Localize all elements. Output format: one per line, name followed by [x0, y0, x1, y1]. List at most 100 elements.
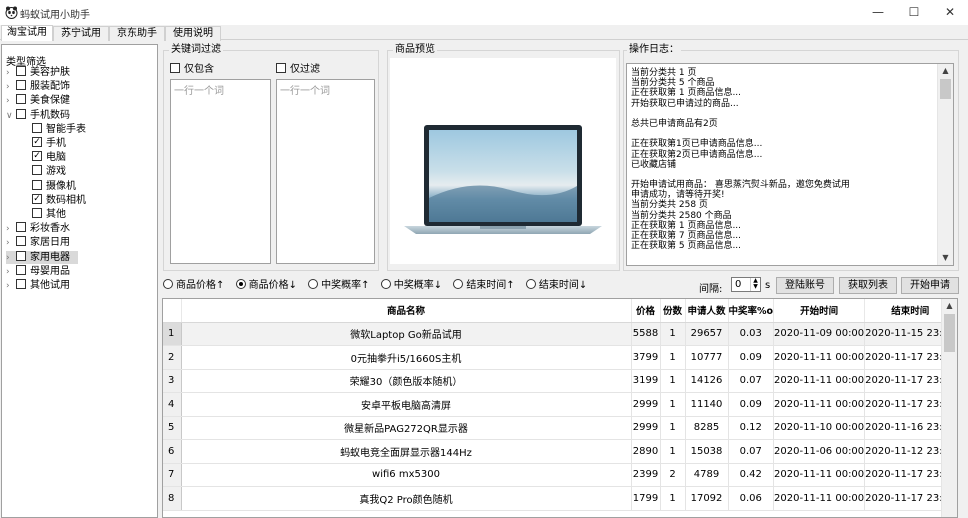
- cell-start[interactable]: 2020-11-06 00:00: [773, 439, 866, 464]
- tree-item[interactable]: › 家居日用: [6, 236, 70, 249]
- tree-checkbox[interactable]: [16, 66, 26, 76]
- cell-start[interactable]: 2020-11-11 00:00: [773, 486, 866, 511]
- table-row[interactable]: 4 安卓平板电脑高清屏 2999 1 11140 0.09 2020-11-11 00:00…: [163, 392, 957, 417]
- cell-price[interactable]: 1799: [631, 486, 661, 511]
- cell-name[interactable]: wifi6 mx5300: [181, 463, 632, 487]
- row-number[interactable]: 4: [163, 392, 182, 417]
- login-button[interactable]: 登陆账号: [776, 277, 834, 294]
- cell-applicants[interactable]: 10777: [685, 345, 729, 370]
- cell-price[interactable]: 2890: [631, 439, 661, 464]
- fetch-list-button[interactable]: 获取列表: [839, 277, 897, 294]
- spinner-arrows-icon[interactable]: ▲ ▼: [750, 278, 760, 291]
- tree-item[interactable]: 电脑: [32, 151, 66, 164]
- minimize-button[interactable]: —: [860, 0, 896, 25]
- cell-applicants[interactable]: 8285: [685, 416, 729, 440]
- cell-applicants[interactable]: 14126: [685, 369, 729, 393]
- interval-spinner[interactable]: 0 ▲ ▼: [731, 277, 761, 292]
- tree-checkbox[interactable]: [32, 165, 42, 176]
- chevron-right-icon[interactable]: ›: [6, 237, 16, 250]
- tree-checkbox[interactable]: [32, 193, 42, 204]
- chevron-right-icon[interactable]: ›: [6, 223, 16, 236]
- cell-name[interactable]: 微软Laptop Go新品试用: [181, 322, 632, 346]
- tree-item[interactable]: 摄像机: [32, 179, 76, 193]
- table-scrollbar[interactable]: ▲: [941, 299, 957, 517]
- table-row[interactable]: 3 荣耀30（颜色版本随机） 3199 1 14126 0.07 2020-11-11 00…: [163, 369, 957, 393]
- scroll-thumb[interactable]: [940, 79, 951, 99]
- tree-checkbox[interactable]: [16, 250, 26, 261]
- tree-checkbox[interactable]: [32, 179, 42, 190]
- exclude-keywords-textarea[interactable]: 一行一个词: [276, 79, 375, 264]
- cell-applicants[interactable]: 4789: [685, 463, 729, 487]
- chevron-right-icon[interactable]: ›: [6, 67, 16, 80]
- row-number[interactable]: 5: [163, 416, 182, 440]
- cell-qty[interactable]: 1: [660, 486, 686, 511]
- tree-item[interactable]: › 家用电器: [6, 250, 78, 264]
- tree-item[interactable]: › 彩妆香水: [6, 222, 70, 235]
- exclude-only-checkbox[interactable]: 仅过滤: [276, 63, 320, 75]
- table-row[interactable]: 8 真我Q2 Pro颜色随机 1799 1 17092 0.06 2020-11-11 00…: [163, 486, 957, 511]
- cell-start[interactable]: 2020-11-09 00:00: [773, 322, 866, 346]
- tree-item[interactable]: › 美容护肤: [6, 66, 70, 79]
- cell-rate[interactable]: 0.07: [728, 439, 775, 464]
- col-header-start[interactable]: 开始时间: [773, 299, 866, 323]
- scroll-up-icon[interactable]: ▲: [938, 64, 953, 78]
- cell-qty[interactable]: 1: [660, 416, 686, 440]
- cell-price[interactable]: 2999: [631, 392, 661, 417]
- scroll-down-icon[interactable]: ▼: [938, 251, 953, 265]
- cell-rate[interactable]: 0.42: [728, 463, 775, 487]
- cell-start[interactable]: 2020-11-11 00:00: [773, 369, 866, 393]
- row-number[interactable]: 8: [163, 486, 182, 511]
- cell-name[interactable]: 安卓平板电脑高清屏: [181, 392, 632, 417]
- tree-checkbox[interactable]: [32, 151, 42, 162]
- cell-start[interactable]: 2020-11-10 00:00: [773, 416, 866, 440]
- col-header-rate[interactable]: 中奖率%o: [728, 299, 775, 323]
- table-scroll-thumb[interactable]: [944, 314, 955, 352]
- tree-item[interactable]: 智能手表: [32, 122, 86, 136]
- tree-item[interactable]: 游戏: [32, 165, 66, 178]
- cell-qty[interactable]: 1: [660, 322, 686, 346]
- cell-rate[interactable]: 0.09: [728, 345, 775, 370]
- chevron-right-icon[interactable]: ›: [6, 81, 16, 94]
- cell-qty[interactable]: 1: [660, 345, 686, 370]
- col-header-price[interactable]: 价格: [631, 299, 661, 323]
- table-row[interactable]: 1 微软Laptop Go新品试用 5588 1 29657 0.03 2020-11-09…: [163, 322, 957, 346]
- cell-qty[interactable]: 1: [660, 369, 686, 393]
- tree-checkbox[interactable]: [16, 236, 26, 247]
- chevron-right-icon[interactable]: ›: [6, 266, 16, 279]
- table-scroll-up-icon[interactable]: ▲: [942, 299, 957, 313]
- tab-help[interactable]: 使用说明: [165, 26, 221, 41]
- table-row[interactable]: 2 0元抽拳升i5/1660S主机 3799 1 10777 0.09 2020-11-11…: [163, 345, 957, 370]
- tree-item[interactable]: › 服装配饰: [6, 80, 70, 93]
- include-only-checkbox[interactable]: 仅包含: [170, 63, 214, 75]
- tree-checkbox[interactable]: [16, 80, 26, 91]
- tree-item[interactable]: 数码相机: [32, 193, 86, 207]
- sort-endtime-desc[interactable]: 结束时间↓: [525, 279, 587, 293]
- row-number[interactable]: 6: [163, 439, 182, 464]
- sort-endtime-asc[interactable]: 结束时间↑: [453, 279, 515, 293]
- tab-jd[interactable]: 京东助手: [109, 26, 165, 41]
- cell-name[interactable]: 荣耀30（颜色版本随机）: [181, 369, 632, 393]
- tree-item[interactable]: › 其他试用: [6, 279, 70, 292]
- cell-rate[interactable]: 0.09: [728, 392, 775, 417]
- cell-qty[interactable]: 1: [660, 392, 686, 417]
- cell-price[interactable]: 3799: [631, 345, 661, 370]
- cell-price[interactable]: 3199: [631, 369, 661, 393]
- tree-item[interactable]: 手机: [32, 137, 66, 150]
- tree-checkbox[interactable]: [16, 222, 26, 233]
- tree-checkbox[interactable]: [32, 208, 42, 218]
- cell-rate[interactable]: 0.07: [728, 369, 775, 393]
- tab-taobao[interactable]: 淘宝试用: [1, 25, 53, 41]
- table-row[interactable]: 5 微星新品PAG272QR显示器 2999 1 8285 0.12 2020-11-10 …: [163, 416, 957, 440]
- tree-item[interactable]: › 母婴用品: [6, 264, 70, 279]
- col-header-name[interactable]: 商品名称: [181, 299, 632, 323]
- cell-start[interactable]: 2020-11-11 00:00: [773, 345, 866, 370]
- chevron-right-icon[interactable]: ›: [6, 280, 16, 293]
- cell-price[interactable]: 5588: [631, 322, 661, 346]
- cell-start[interactable]: 2020-11-11 00:00: [773, 392, 866, 417]
- tree-item[interactable]: › 美食保健: [6, 94, 70, 107]
- cell-applicants[interactable]: 15038: [685, 439, 729, 464]
- sort-winrate-asc[interactable]: 中奖概率↑: [308, 279, 370, 293]
- cell-rate[interactable]: 0.12: [728, 416, 775, 440]
- cell-name[interactable]: 微星新品PAG272QR显示器: [181, 416, 632, 440]
- sort-winrate-desc[interactable]: 中奖概率↓: [380, 279, 442, 293]
